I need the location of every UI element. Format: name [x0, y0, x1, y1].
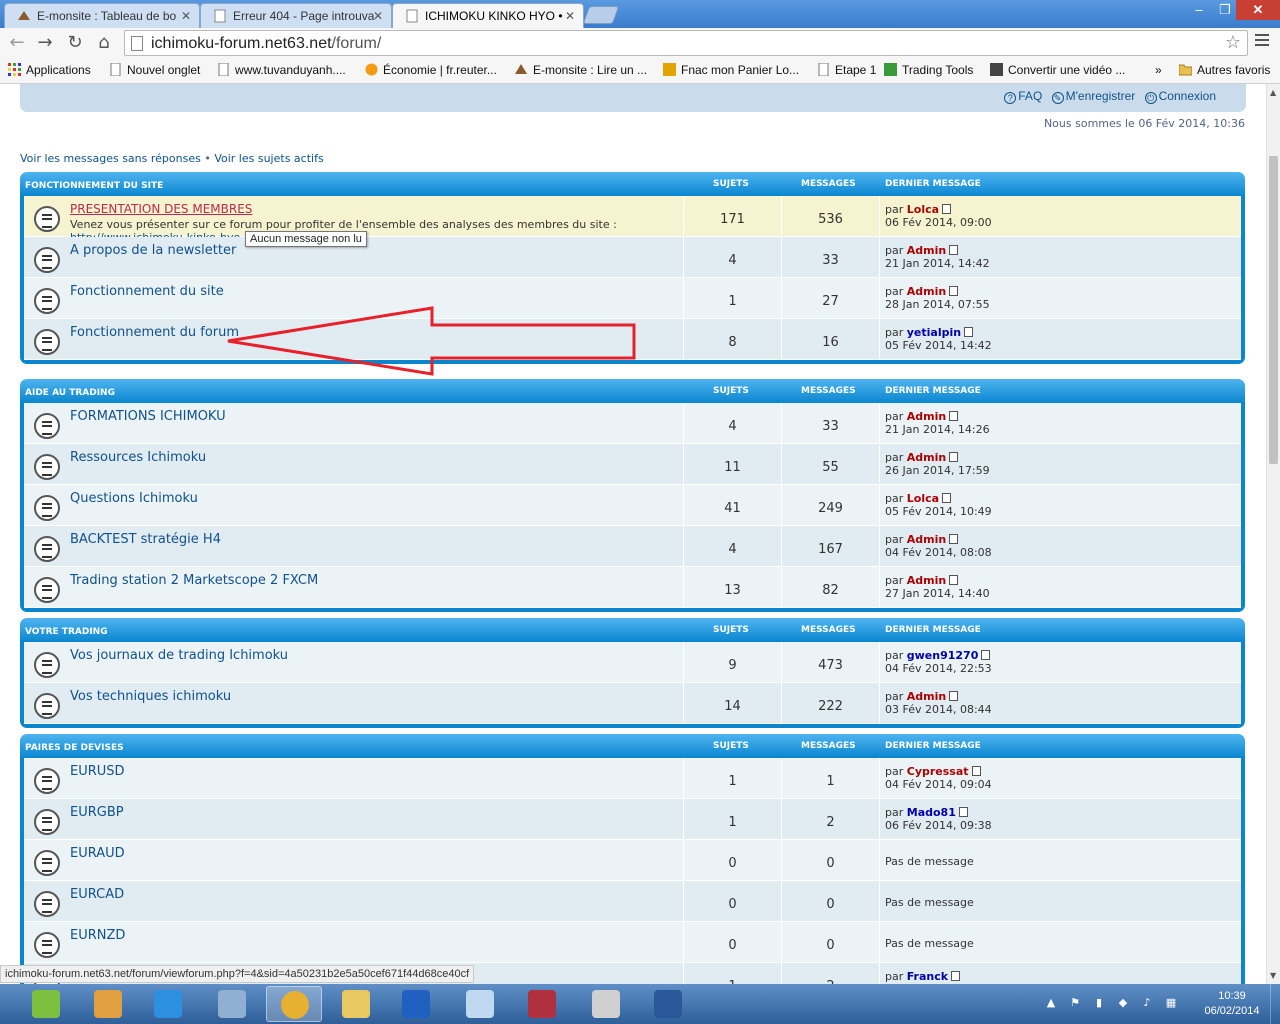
new-tab-button[interactable] — [582, 6, 620, 24]
paint-icon[interactable] — [80, 986, 136, 1022]
volume-icon[interactable]: ♪ — [1140, 996, 1154, 1010]
tab-label: ICHIMOKU KINKO HYO • — [425, 9, 563, 23]
reload-icon[interactable]: ↻ — [64, 32, 86, 54]
address-bar[interactable]: ichimoku-forum.net63.net/forum/ ☆ — [124, 30, 1248, 56]
page-favicon-icon — [406, 9, 418, 23]
folder-icon — [1179, 64, 1192, 76]
internet-explorer-icon-glyph — [154, 990, 182, 1018]
status-bar: ichimoku-forum.net63.net/forum/viewforum… — [0, 965, 475, 983]
page-scrollbar[interactable]: ▲ ▼ — [1266, 84, 1280, 984]
clipboard-icon-glyph — [592, 990, 620, 1018]
forward-icon[interactable]: → — [34, 32, 56, 54]
dropbox-icon[interactable]: ◆ — [1116, 996, 1130, 1010]
access-icon[interactable] — [514, 986, 570, 1022]
tray-expand-icon[interactable]: ▲ — [1044, 996, 1058, 1010]
close-tab-icon[interactable]: ✕ — [565, 9, 575, 23]
chrome-icon-glyph — [281, 991, 309, 1019]
bookmark-fnac[interactable]: Fnac mon Panier Lo... — [663, 63, 799, 77]
scroll-thumb[interactable] — [1269, 156, 1278, 464]
bookmark-reuters[interactable]: Économie | fr.reuter... — [365, 63, 497, 77]
scroll-down-icon[interactable]: ▼ — [1270, 971, 1276, 980]
emonsite-icon — [515, 64, 527, 74]
remote-desktop-icon[interactable] — [204, 986, 260, 1022]
bookmark-autres-favoris[interactable]: Autres favoris — [1179, 63, 1270, 77]
fnac-icon — [663, 63, 676, 76]
windows-taskbar: ▲ ⚑ ▮ ◆ ♪ ▦ 10:39 06/02/2014 — [0, 984, 1280, 1024]
close-window-icon[interactable]: ✕ — [1236, 0, 1280, 20]
page-content: ? FAQ ✎ M'enregistrer ⏻ Connexion Nous somm… — [0, 84, 1266, 984]
home-icon[interactable]: ⌂ — [93, 32, 115, 54]
bookmark-applications[interactable]: Applications — [8, 63, 91, 77]
start-glyph — [32, 990, 60, 1018]
paint-icon-glyph — [94, 990, 122, 1018]
tab-label: E-monsite : Tableau de bo — [37, 9, 177, 23]
tab-error-404[interactable]: Erreur 404 - Page introuva ✕ — [200, 3, 392, 28]
action-center-icon[interactable]: ⚑ — [1068, 996, 1082, 1010]
bookmark-tuvanduyanh[interactable]: www.tuvanduyanh.... — [217, 63, 346, 77]
bookmark-trading-tools[interactable]: Trading Tools — [884, 63, 973, 77]
bookmark-emonsite[interactable]: E-monsite : Lire un ... — [515, 63, 647, 77]
bookmark-star-icon[interactable]: ☆ — [1225, 32, 1241, 53]
network-icon[interactable]: ▦ — [1164, 996, 1178, 1010]
page-icon — [818, 63, 829, 76]
gs-icon — [990, 63, 1003, 76]
page-icon — [218, 63, 229, 76]
file-explorer-icon-glyph — [342, 990, 370, 1018]
bookmark-convertir-video[interactable]: Convertir une vidéo ... — [990, 63, 1125, 77]
trading-tools-icon — [884, 63, 897, 76]
internet-explorer-icon[interactable] — [140, 986, 196, 1022]
chrome-icon[interactable] — [266, 986, 322, 1022]
reuters-icon — [365, 63, 378, 76]
bookmark-nouvel-onglet[interactable]: Nouvel onglet — [109, 63, 200, 77]
url-host: ichimoku-forum.net63.net — [151, 35, 332, 52]
tab-label: Erreur 404 - Page introuva — [233, 9, 375, 23]
access-icon-glyph — [528, 990, 556, 1018]
rdp-connection-icon[interactable] — [452, 986, 508, 1022]
taskbar-clock[interactable]: 10:39 06/02/2014 — [1200, 989, 1264, 1019]
bookmark-etape-1[interactable]: Etape 1 — [817, 63, 876, 77]
remote-desktop-icon-glyph — [218, 990, 246, 1018]
page-icon — [131, 36, 143, 51]
emonsite-favicon-icon — [18, 11, 30, 20]
red-arrow-annotation — [227, 306, 636, 376]
rdp-connection-icon-glyph — [466, 990, 494, 1018]
start-button[interactable] — [18, 986, 74, 1022]
teamviewer-icon[interactable] — [388, 986, 444, 1022]
page-icon — [110, 63, 121, 76]
teamviewer-icon-glyph — [402, 990, 430, 1018]
chrome-menu-icon[interactable] — [1255, 34, 1269, 48]
clock-date: 06/02/2014 — [1204, 1005, 1260, 1017]
back-icon[interactable]: ← — [6, 32, 28, 54]
file-explorer-icon[interactable] — [328, 986, 384, 1022]
scroll-up-icon[interactable]: ▲ — [1270, 88, 1276, 97]
battery-icon[interactable]: ▮ — [1092, 996, 1106, 1010]
clipboard-icon[interactable] — [578, 986, 634, 1022]
close-tab-icon[interactable]: ✕ — [181, 9, 191, 23]
page-favicon-icon — [214, 9, 226, 23]
show-desktop-button[interactable] — [1270, 984, 1280, 1024]
bookmarks-overflow-button[interactable]: » — [1155, 63, 1162, 77]
system-tray: ▲ ⚑ ▮ ◆ ♪ ▦ — [1040, 984, 1200, 1024]
apps-grid-icon — [8, 63, 21, 76]
word-icon[interactable] — [640, 986, 696, 1022]
tab-emonsite[interactable]: E-monsite : Tableau de bo ✕ — [4, 3, 200, 28]
close-tab-icon[interactable]: ✕ — [373, 9, 383, 23]
word-icon-glyph — [654, 990, 682, 1018]
bookmarks-bar: Applications Nouvel onglet www.tuvanduya… — [0, 58, 1280, 84]
minimize-icon[interactable]: – — [1186, 0, 1212, 20]
clock-time: 10:39 — [1218, 990, 1246, 1002]
tab-strip: E-monsite : Tableau de bo ✕ Erreur 404 -… — [0, 0, 1280, 28]
tab-ichimoku[interactable]: ICHIMOKU KINKO HYO • ✕ — [392, 3, 584, 28]
maximize-icon[interactable]: ❐ — [1212, 0, 1238, 20]
url-path: /forum/ — [331, 35, 382, 52]
